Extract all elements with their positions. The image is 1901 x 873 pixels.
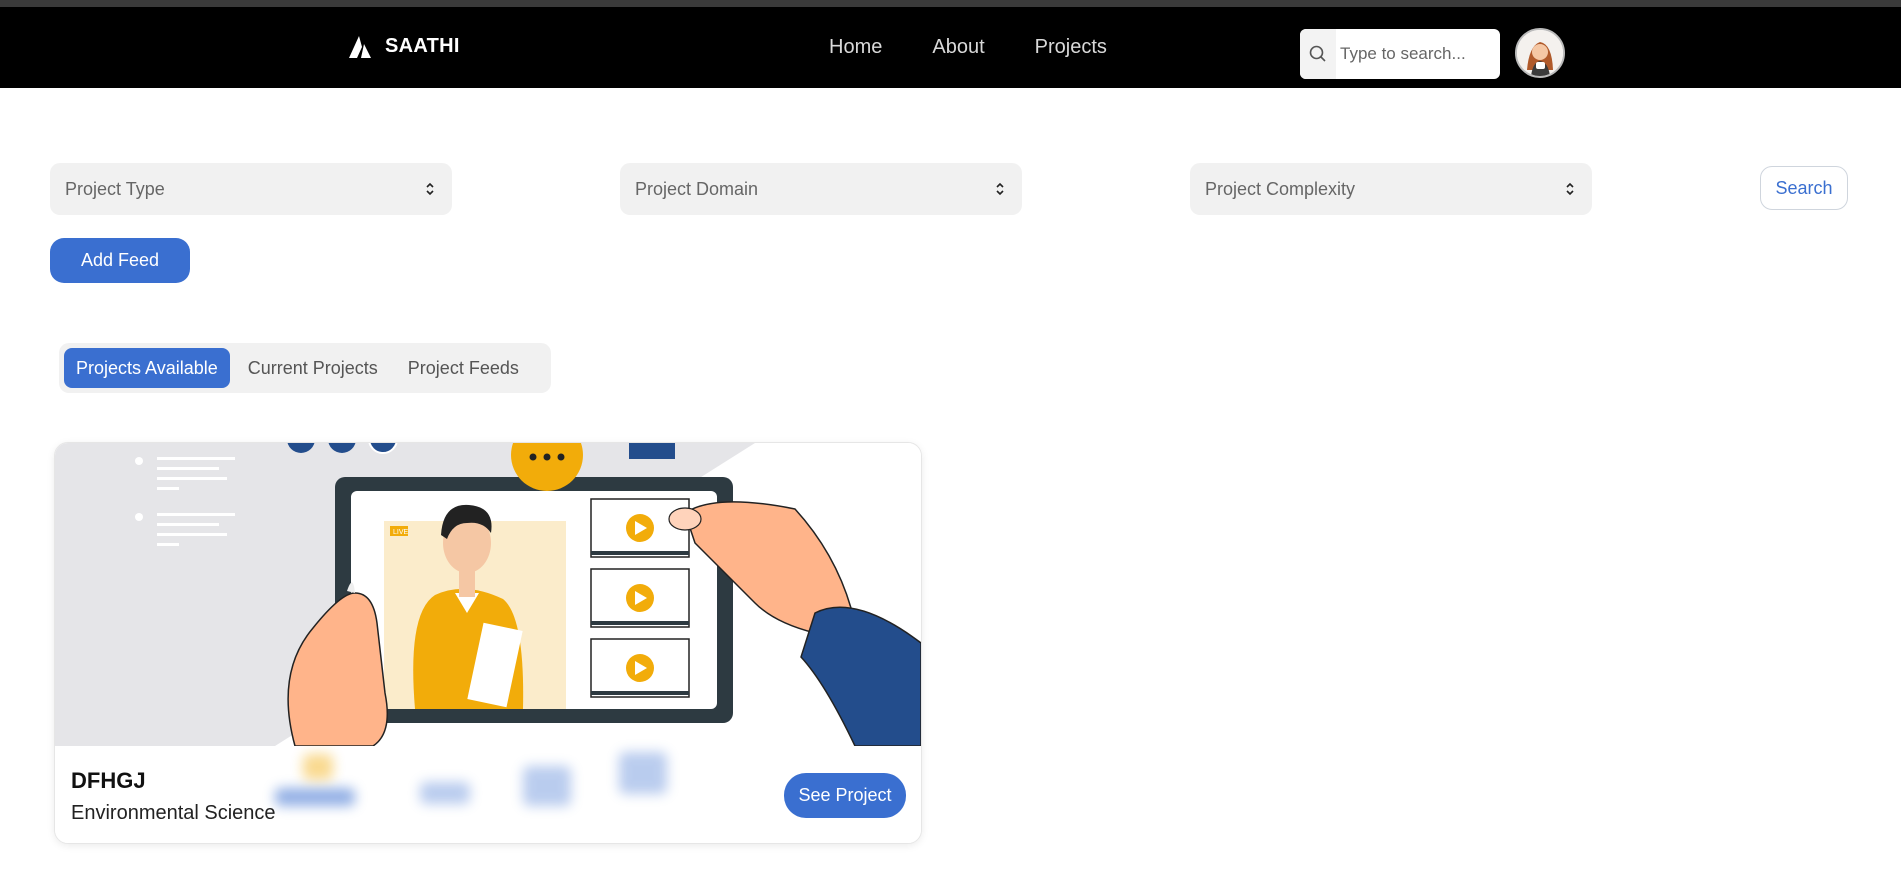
blurred-decoration bbox=[303, 754, 333, 780]
project-type-select[interactable]: Project Type bbox=[50, 163, 452, 215]
brand-logo-icon bbox=[349, 35, 371, 58]
chevron-up-down-icon bbox=[996, 182, 1004, 196]
project-complexity-select[interactable]: Project Complexity bbox=[1190, 163, 1592, 215]
nav-links: Home About Projects bbox=[829, 36, 1107, 59]
project-domain-label: Project Domain bbox=[635, 178, 759, 199]
tab-project-feeds[interactable]: Project Feeds bbox=[396, 348, 531, 388]
live-tag-label: LIVE bbox=[393, 529, 409, 536]
project-title: DFHGJ bbox=[71, 768, 146, 793]
project-complexity-label: Project Complexity bbox=[1205, 178, 1356, 199]
top-border-strip bbox=[0, 0, 1901, 7]
project-domain-select[interactable]: Project Domain bbox=[620, 163, 1022, 215]
chevron-up-down-icon bbox=[426, 182, 434, 196]
add-feed-button[interactable]: Add Feed bbox=[50, 238, 190, 283]
project-illustration-image: LIVE bbox=[55, 443, 921, 746]
navbar: SAATHI Home About Projects bbox=[0, 7, 1901, 88]
tab-current-projects[interactable]: Current Projects bbox=[236, 348, 390, 388]
blurred-decoration bbox=[523, 766, 571, 806]
project-card: LIVE DFHGJ Environmental Science See Pro… bbox=[54, 442, 922, 844]
nav-link-home[interactable]: Home bbox=[829, 36, 882, 59]
see-project-button[interactable]: See Project bbox=[784, 773, 906, 818]
filter-search-button[interactable]: Search bbox=[1760, 166, 1848, 210]
search-input[interactable] bbox=[1336, 31, 1496, 77]
avatar-image bbox=[1517, 30, 1563, 76]
brand-name: SAATHI bbox=[385, 35, 460, 57]
nav-link-about[interactable]: About bbox=[932, 36, 984, 59]
project-domain-text: Environmental Science bbox=[71, 802, 276, 824]
user-avatar[interactable] bbox=[1515, 28, 1565, 78]
blurred-decoration bbox=[619, 752, 667, 794]
search-box bbox=[1300, 29, 1500, 79]
search-icon bbox=[1300, 29, 1336, 79]
blurred-decoration bbox=[275, 788, 355, 806]
tab-projects-available[interactable]: Projects Available bbox=[64, 348, 230, 388]
project-tabs: Projects Available Current Projects Proj… bbox=[59, 343, 551, 393]
blurred-decoration bbox=[420, 782, 470, 804]
chevron-up-down-icon bbox=[1566, 182, 1574, 196]
brand[interactable]: SAATHI bbox=[349, 35, 460, 58]
nav-link-projects[interactable]: Projects bbox=[1035, 36, 1107, 59]
project-type-label: Project Type bbox=[65, 178, 165, 199]
